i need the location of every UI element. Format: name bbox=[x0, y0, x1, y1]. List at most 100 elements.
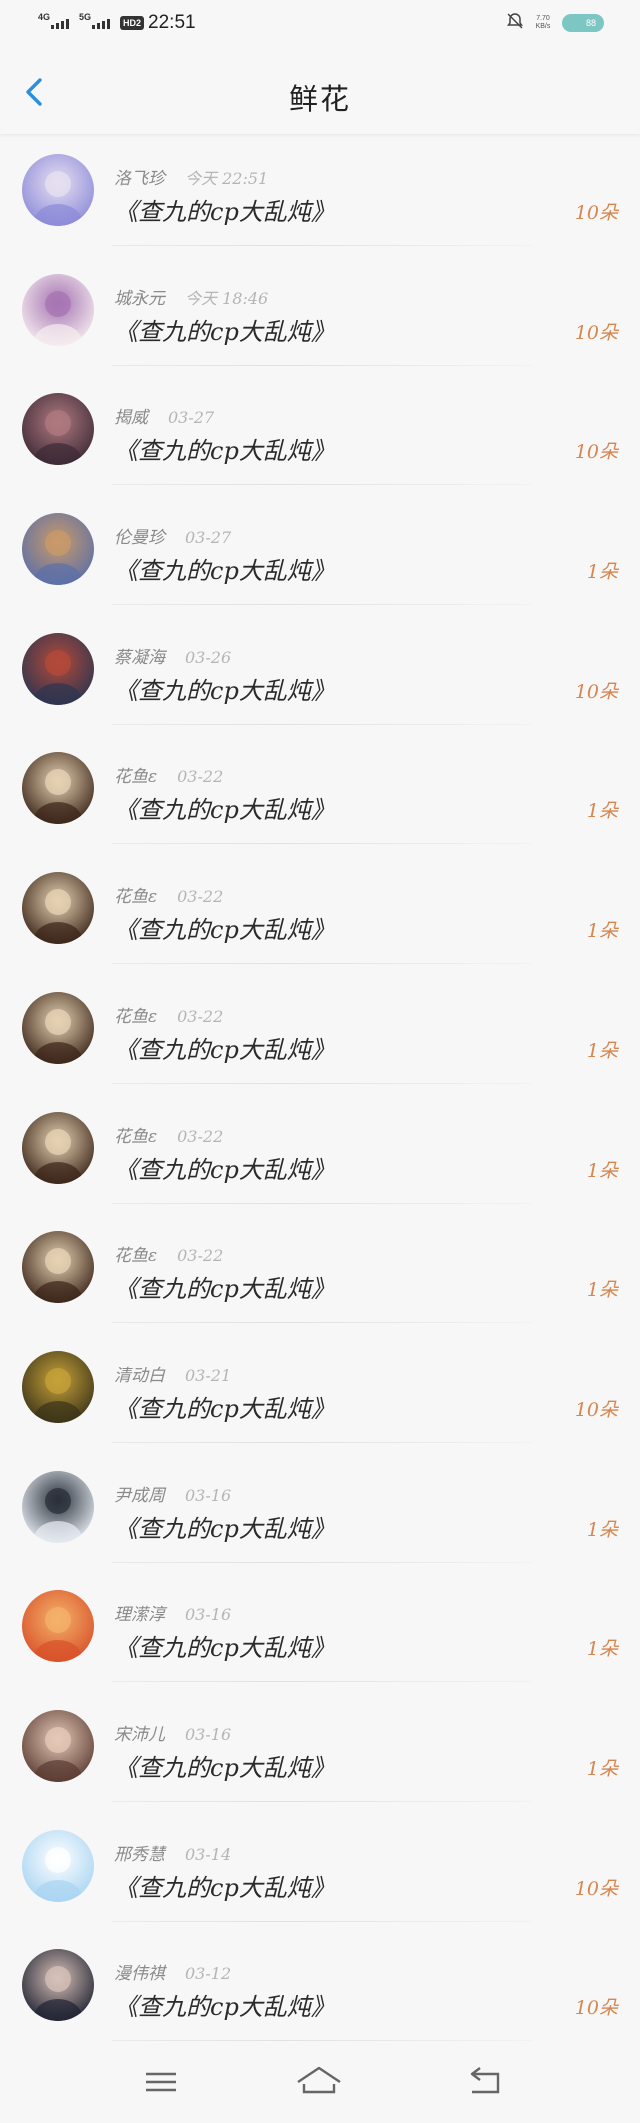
divider bbox=[112, 963, 532, 965]
list-item[interactable]: 花鱼ε 03-22 《查九的cp大乱炖》 1朵 bbox=[0, 1100, 640, 1220]
divider bbox=[112, 1681, 532, 1683]
list-item[interactable]: 理潆淳 03-16 《查九的cp大乱炖》 1朵 bbox=[0, 1578, 640, 1698]
book-title: 《查九的cp大乱炖》 bbox=[114, 1275, 335, 1304]
home-button[interactable] bbox=[294, 2064, 344, 2100]
avatar-image bbox=[22, 1470, 94, 1543]
book-title: 《查九的cp大乱炖》 bbox=[114, 1155, 335, 1184]
list-item[interactable]: 清动白 03-21 《查九的cp大乱炖》 10朵 bbox=[0, 1339, 640, 1459]
system-nav-bar bbox=[0, 2044, 640, 2123]
flower-count: 1朵 bbox=[586, 1757, 618, 1780]
list-item[interactable]: 漫伟祺 03-12 《查九的cp大乱炖》 10朵 bbox=[0, 1937, 640, 2057]
user-name[interactable]: 花鱼ε bbox=[114, 887, 157, 907]
flower-count: 10朵 bbox=[574, 202, 618, 224]
book-title: 《查九的cp大乱炖》 bbox=[114, 1634, 335, 1663]
gift-date: 03-22 bbox=[177, 767, 224, 787]
user-name[interactable]: 尹成周 bbox=[114, 1486, 165, 1506]
name-line: 蔡凝海 03-26 bbox=[114, 643, 231, 668]
menu-icon bbox=[146, 2072, 176, 2092]
avatar[interactable] bbox=[22, 872, 94, 945]
avatar[interactable] bbox=[22, 991, 94, 1064]
divider bbox=[112, 1800, 532, 1802]
book-title: 《查九的cp大乱炖》 bbox=[114, 1993, 335, 2022]
user-name[interactable]: 花鱼ε bbox=[114, 1246, 157, 1266]
list-item[interactable]: 邢秀慧 03-14 《查九的cp大乱炖》 10朵 bbox=[0, 1818, 640, 1938]
name-line: 花鱼ε 03-22 bbox=[114, 1002, 223, 1027]
menu-button[interactable] bbox=[136, 2064, 186, 2100]
user-name[interactable]: 理潆淳 bbox=[114, 1605, 165, 1625]
book-title: 《查九的cp大乱炖》 bbox=[114, 1035, 335, 1064]
user-name[interactable]: 邢秀慧 bbox=[114, 1845, 165, 1865]
avatar[interactable] bbox=[22, 1231, 94, 1304]
flower-count: 1朵 bbox=[586, 920, 618, 943]
user-name[interactable]: 洛飞珍 bbox=[114, 169, 165, 189]
list-item[interactable]: 城永元 今天 18:46 《查九的cp大乱炖》 10朵 bbox=[0, 262, 640, 382]
status-bar: 4G 5G HD2 22:51 7.70 KB/s 88 bbox=[0, 0, 640, 48]
flower-count: 1朵 bbox=[586, 1518, 618, 1541]
list-item[interactable]: 伦曼珍 03-27 《查九的cp大乱炖》 1朵 bbox=[0, 501, 640, 621]
avatar[interactable] bbox=[22, 154, 94, 226]
name-line: 花鱼ε 03-22 bbox=[114, 762, 223, 787]
gift-date: 03-27 bbox=[168, 408, 215, 428]
user-name[interactable]: 清动白 bbox=[114, 1366, 165, 1386]
user-name[interactable]: 花鱼ε bbox=[114, 767, 157, 787]
gift-date: 03-21 bbox=[185, 1365, 232, 1385]
book-title: 《查九的cp大乱炖》 bbox=[114, 437, 335, 466]
avatar[interactable] bbox=[22, 1829, 94, 1902]
avatar[interactable] bbox=[22, 273, 94, 346]
book-title: 《查九的cp大乱炖》 bbox=[114, 198, 335, 226]
avatar[interactable] bbox=[22, 1350, 94, 1423]
divider bbox=[112, 604, 532, 606]
user-name[interactable]: 蔡凝海 bbox=[114, 648, 165, 668]
flower-count: 1朵 bbox=[586, 1039, 618, 1062]
avatar[interactable] bbox=[22, 632, 94, 705]
avatar-image bbox=[22, 1590, 94, 1663]
list-item[interactable]: 洛飞珍 今天 22:51 《查九的cp大乱炖》 10朵 bbox=[0, 142, 640, 262]
book-title: 《查九的cp大乱炖》 bbox=[114, 676, 335, 705]
avatar-image bbox=[22, 1111, 94, 1184]
list-item[interactable]: 宋沛儿 03-16 《查九的cp大乱炖》 1朵 bbox=[0, 1698, 640, 1818]
list-item[interactable]: 花鱼ε 03-22 《查九的cp大乱炖》 1朵 bbox=[0, 740, 640, 860]
list-item[interactable]: 尹成周 03-16 《查九的cp大乱炖》 1朵 bbox=[0, 1459, 640, 1579]
avatar-image bbox=[22, 991, 94, 1064]
divider bbox=[112, 1441, 532, 1443]
flower-count: 10朵 bbox=[574, 680, 618, 703]
flower-count: 1朵 bbox=[586, 1279, 618, 1302]
list-item[interactable]: 揭威 03-27 《查九的cp大乱炖》 10朵 bbox=[0, 381, 640, 501]
book-title: 《查九的cp大乱炖》 bbox=[114, 317, 335, 346]
list-item[interactable]: 花鱼ε 03-22 《查九的cp大乱炖》 1朵 bbox=[0, 1219, 640, 1339]
user-name[interactable]: 花鱼ε bbox=[114, 1127, 157, 1147]
name-line: 伦曼珍 03-27 bbox=[114, 523, 231, 548]
avatar[interactable] bbox=[22, 393, 94, 466]
book-title: 《查九的cp大乱炖》 bbox=[114, 1514, 335, 1543]
mute-bell-icon bbox=[506, 12, 524, 35]
avatar[interactable] bbox=[22, 1709, 94, 1782]
avatar[interactable] bbox=[22, 513, 94, 586]
avatar[interactable] bbox=[22, 1590, 94, 1663]
book-title: 《查九的cp大乱炖》 bbox=[114, 796, 335, 825]
name-line: 清动白 03-21 bbox=[114, 1361, 231, 1386]
flower-count: 1朵 bbox=[586, 561, 618, 584]
avatar[interactable] bbox=[22, 1111, 94, 1184]
flower-count: 1朵 bbox=[586, 1638, 618, 1661]
user-name[interactable]: 伦曼珍 bbox=[114, 528, 165, 548]
user-name[interactable]: 揭威 bbox=[114, 408, 148, 428]
avatar[interactable] bbox=[22, 1470, 94, 1543]
avatar-image bbox=[22, 513, 94, 586]
avatar[interactable] bbox=[22, 752, 94, 825]
user-name[interactable]: 城永元 bbox=[114, 289, 165, 309]
user-name[interactable]: 漫伟祺 bbox=[114, 1964, 165, 1984]
flower-count: 10朵 bbox=[574, 1997, 618, 2020]
back-nav-button[interactable] bbox=[460, 2064, 510, 2100]
user-name[interactable]: 花鱼ε bbox=[114, 1007, 157, 1027]
name-line: 理潆淳 03-16 bbox=[114, 1600, 231, 1625]
user-name[interactable]: 宋沛儿 bbox=[114, 1725, 165, 1745]
status-time: 22:51 bbox=[148, 12, 196, 33]
divider bbox=[112, 723, 532, 725]
signal-icon bbox=[92, 17, 111, 29]
divider bbox=[112, 843, 532, 845]
list-item[interactable]: 花鱼ε 03-22 《查九的cp大乱炖》 1朵 bbox=[0, 980, 640, 1100]
name-line: 尹成周 03-16 bbox=[114, 1481, 231, 1506]
list-item[interactable]: 花鱼ε 03-22 《查九的cp大乱炖》 1朵 bbox=[0, 860, 640, 980]
list-item[interactable]: 蔡凝海 03-26 《查九的cp大乱炖》 10朵 bbox=[0, 621, 640, 741]
avatar[interactable] bbox=[22, 1949, 94, 2022]
